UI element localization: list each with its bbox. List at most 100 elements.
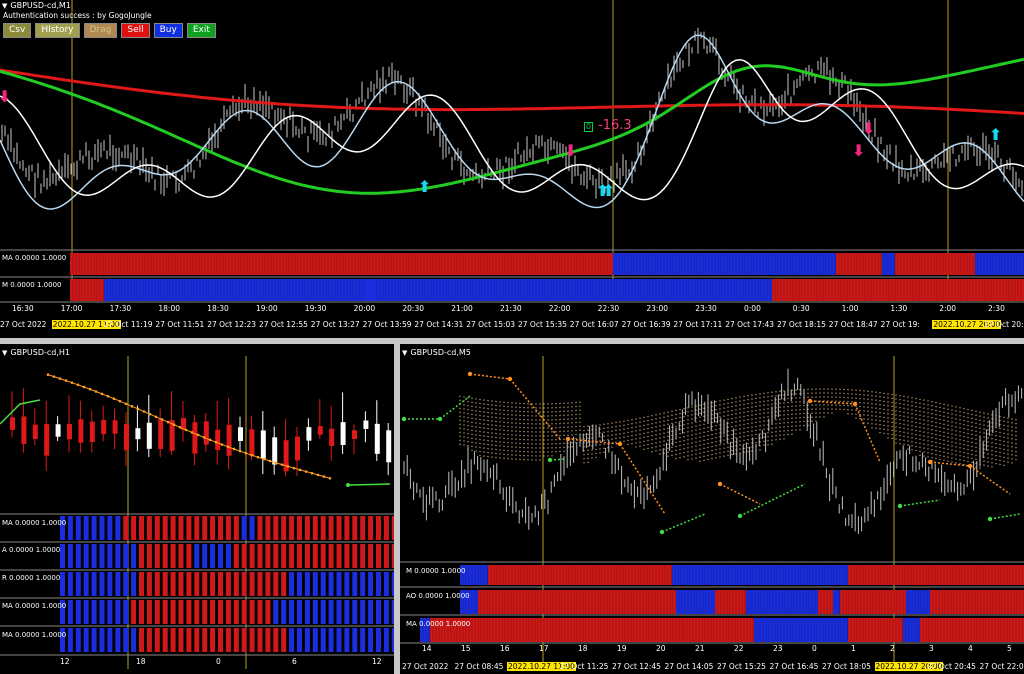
cloud-dot xyxy=(847,397,849,399)
cloud-dot xyxy=(527,439,529,441)
cloud-dot xyxy=(947,460,949,462)
cloud-dot xyxy=(815,412,817,414)
cloud-dot xyxy=(923,455,925,457)
cloud-dot xyxy=(911,429,913,431)
cloud-dot xyxy=(671,414,673,417)
exit-button[interactable]: Exit xyxy=(186,23,216,38)
cloud-dot xyxy=(943,455,945,457)
indicator-bar xyxy=(154,600,160,624)
csv-button[interactable]: Csv xyxy=(3,23,32,38)
cloud-dot xyxy=(711,457,713,460)
cloud-dot xyxy=(527,443,529,445)
cloud-dot xyxy=(663,432,665,434)
cloud-dot xyxy=(1003,420,1005,422)
price-chart-m1[interactable]: ⬆ ⬆⬆⬆⬇ ⬇⬇⬇ xyxy=(0,0,1024,338)
indicator-label: R 0.0000 1.0000 xyxy=(2,574,61,582)
cloud-dot xyxy=(811,412,813,414)
cloud-dot xyxy=(663,444,665,446)
cloud-dot xyxy=(683,432,685,434)
cloud-dot xyxy=(947,448,949,450)
cloud-dot xyxy=(487,451,489,454)
indicator-bar xyxy=(131,516,137,540)
cloud-dot xyxy=(879,424,881,426)
indicator-bar xyxy=(304,572,310,596)
dropdown-triangle-icon[interactable]: ▼ xyxy=(2,349,7,357)
cloud-dot xyxy=(603,443,605,446)
chart-window-m5[interactable]: ▼ GBPUSD-cd,M5 M 0.0000 1.0000 AO 0.0000 … xyxy=(400,344,1024,674)
cloud-dot xyxy=(483,435,485,437)
cloud-dot xyxy=(515,414,517,416)
cloud-dot xyxy=(519,442,521,445)
chart-window-h1[interactable]: ▼ GBPUSD-cd,H1 MA 0.0000 1.0000 A 0.0000 … xyxy=(0,344,394,674)
cloud-dot xyxy=(467,433,469,435)
cloud-dot xyxy=(603,431,605,434)
cloud-dot xyxy=(467,417,469,419)
cloud-dot xyxy=(483,451,485,453)
cloud-dot xyxy=(523,422,525,425)
cloud-dot xyxy=(719,416,721,418)
cloud-dot xyxy=(1011,450,1013,452)
cloud-dot xyxy=(823,396,825,398)
cloud-dot xyxy=(731,413,733,416)
cloud-dot xyxy=(871,399,873,401)
cloud-dot xyxy=(855,417,857,419)
drag-button[interactable]: Drag xyxy=(83,23,118,38)
cloud-dot xyxy=(687,423,689,425)
cloud-dot xyxy=(751,394,753,396)
cloud-dot xyxy=(943,423,945,425)
indicator-bar xyxy=(241,628,247,652)
price-chart-h1[interactable] xyxy=(0,344,394,674)
cloud-dot xyxy=(975,446,977,449)
cloud-dot xyxy=(823,412,825,414)
cloud-dot xyxy=(731,421,733,424)
cloud-dot xyxy=(971,413,973,416)
candle-body xyxy=(135,428,141,440)
cloud-dot xyxy=(931,429,933,431)
kijun-line xyxy=(619,443,666,515)
chart-window-m1[interactable]: ⬆ ⬆ ⬆ ⬆ ⬇ ⬇ ⬇ ⬇ ▼ GBPUSD-cd,M1 Authentication su… xyxy=(0,0,1024,338)
cloud-dot xyxy=(483,403,485,405)
cloud-dot xyxy=(543,451,545,453)
indicator-bar xyxy=(225,628,231,652)
price-chart-m5[interactable] xyxy=(400,344,1024,674)
cloud-dot xyxy=(1007,445,1009,447)
cloud-dot xyxy=(571,410,573,412)
cloud-dot xyxy=(567,434,569,436)
axis-tick-label: 27 Oct 17:11 xyxy=(673,320,723,329)
cloud-dot xyxy=(919,414,921,417)
cloud-dot xyxy=(931,421,933,423)
dropdown-triangle-icon[interactable]: ▼ xyxy=(2,2,7,10)
cloud-dot xyxy=(691,426,693,428)
cloud-dot xyxy=(687,439,689,441)
cloud-dot xyxy=(747,439,749,441)
cloud-dot xyxy=(855,409,857,411)
cloud-dot xyxy=(791,413,793,415)
cloud-dot xyxy=(755,413,757,416)
cloud-dot xyxy=(1011,430,1013,432)
cloud-dot xyxy=(699,416,701,418)
cloud-dot xyxy=(495,448,497,451)
cloud-dot xyxy=(723,451,725,453)
buy-button[interactable]: Buy xyxy=(153,23,183,38)
cloud-dot xyxy=(967,448,969,451)
cloud-dot xyxy=(771,399,773,401)
dropdown-triangle-icon[interactable]: ▼ xyxy=(402,349,407,357)
cloud-dot xyxy=(571,406,573,408)
cloud-dot xyxy=(975,430,977,433)
cloud-dot xyxy=(659,429,661,431)
cloud-dot xyxy=(991,446,993,448)
axis-tick-label: 19:30 xyxy=(304,304,327,313)
cloud-dot xyxy=(947,456,949,458)
cloud-dot xyxy=(539,407,541,409)
cloud-dot xyxy=(991,434,993,436)
cloud-dot xyxy=(763,428,765,430)
indicator-bar xyxy=(281,544,287,568)
cloud-dot xyxy=(475,406,477,408)
cloud-dot xyxy=(963,419,965,422)
sell-button[interactable]: Sell xyxy=(121,23,150,38)
cloud-dot xyxy=(663,420,665,422)
history-button[interactable]: HIstory xyxy=(35,23,80,38)
cloud-dot xyxy=(471,441,473,444)
indicator-bar xyxy=(178,572,184,596)
cloud-dot xyxy=(899,422,901,425)
